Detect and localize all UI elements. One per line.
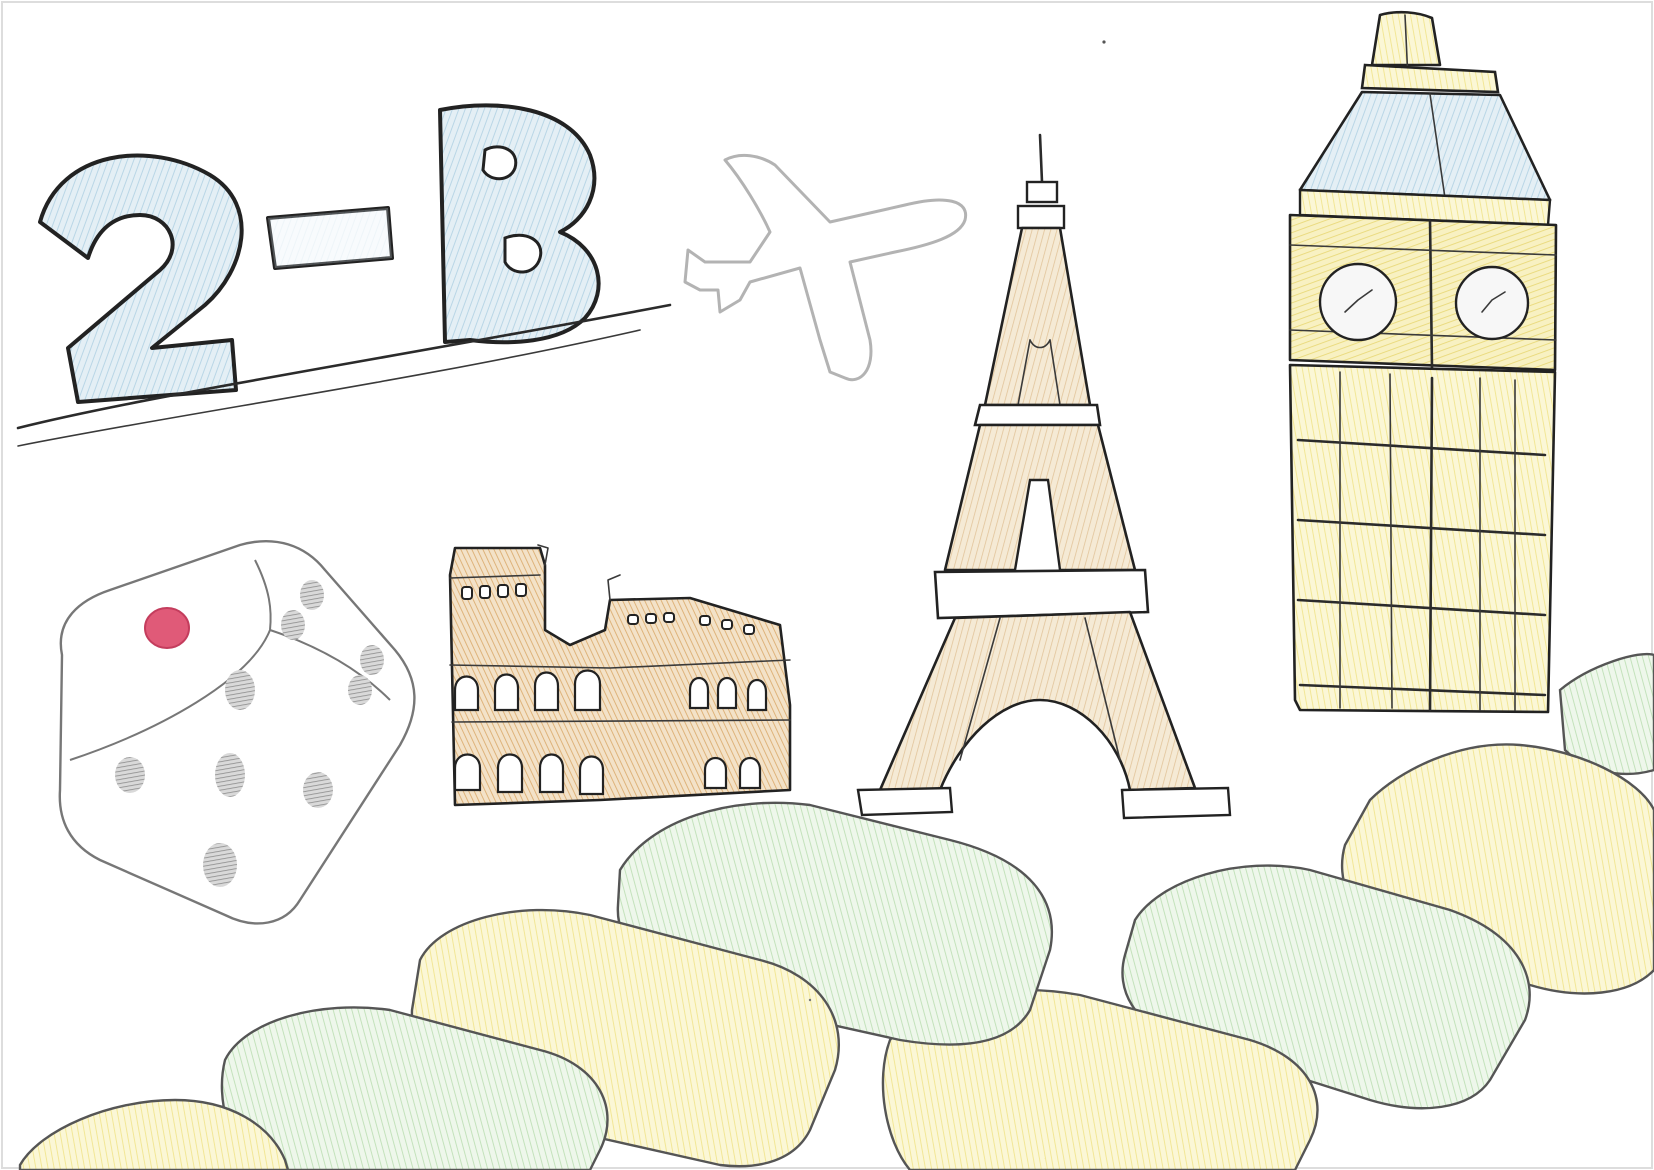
title-letter-b (438, 103, 601, 345)
drawing-canvas: 2 (0, 0, 1654, 1170)
hand-drawn-illustration: 2 (0, 0, 1654, 1170)
title-dash (266, 206, 394, 270)
